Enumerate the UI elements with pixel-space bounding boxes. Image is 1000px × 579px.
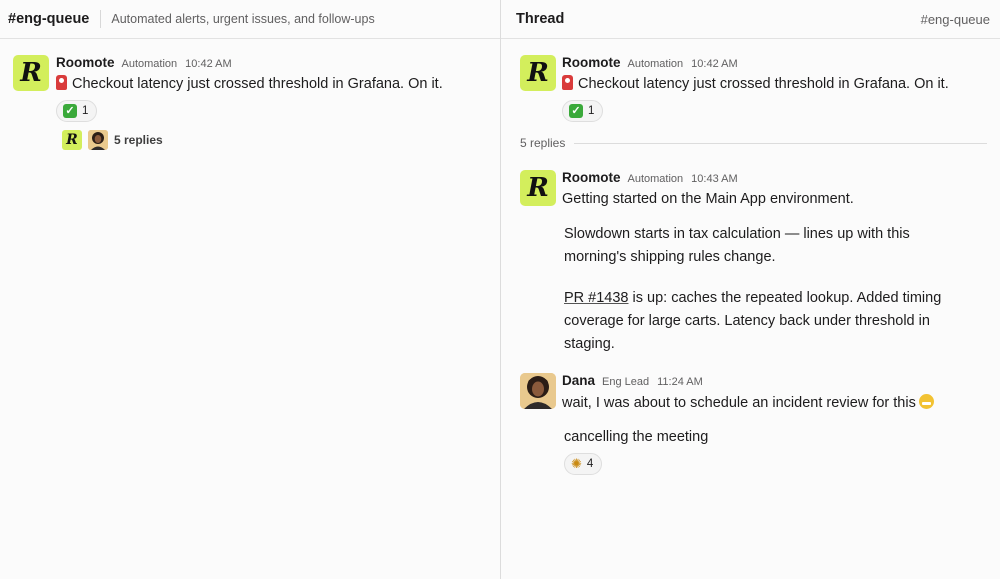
channel-pane: #eng-queue Automated alerts, urgent issu… <box>0 0 500 579</box>
thread-title: Thread <box>516 11 565 27</box>
message-text: wait, I was about to schedule an inciden… <box>562 395 916 411</box>
roomote-avatar[interactable]: R <box>520 55 556 91</box>
thread-pane: Thread #eng-queue R Roomote Automation 1… <box>501 0 1000 579</box>
siren-icon <box>562 75 573 90</box>
message-time[interactable]: 10:42 AM <box>185 58 231 70</box>
roomote-mini-avatar: R <box>62 130 82 150</box>
pr-link[interactable]: PR #1438 <box>564 290 629 306</box>
replies-divider: 5 replies <box>520 136 987 150</box>
thread-reply[interactable]: R Roomote Automation 10:43 AM Getting st… <box>501 163 1000 358</box>
reaction-count: 4 <box>586 458 594 470</box>
message-author[interactable]: Dana <box>562 373 595 388</box>
party-popper-icon: ✺ <box>571 456 582 471</box>
message-time[interactable]: 10:42 AM <box>691 58 737 70</box>
siren-icon <box>56 75 67 90</box>
channel-topic[interactable]: Automated alerts, urgent issues, and fol… <box>111 12 374 26</box>
thread-replies-link[interactable]: R 5 replies <box>62 130 163 150</box>
message-paragraph: Slowdown starts in tax calculation — lin… <box>564 226 910 265</box>
reaction-check[interactable]: ✓ 1 <box>56 100 98 122</box>
author-role: Automation <box>627 58 684 70</box>
message-text: Checkout latency just crossed threshold … <box>578 76 949 92</box>
thread-header: Thread #eng-queue <box>501 0 1000 39</box>
reply-count[interactable]: 5 replies <box>114 133 163 147</box>
header-divider <box>100 10 102 28</box>
dana-mini-avatar <box>88 130 108 150</box>
roomote-avatar[interactable]: R <box>520 170 556 206</box>
message-time[interactable]: 11:24 AM <box>657 376 703 388</box>
message-time[interactable]: 10:43 AM <box>691 173 737 185</box>
message-author[interactable]: Roomote <box>562 170 621 185</box>
message-text: Checkout latency just crossed threshold … <box>72 76 443 92</box>
reaction-check[interactable]: ✓ 1 <box>562 100 604 122</box>
author-role: Automation <box>121 58 178 70</box>
channel-header: #eng-queue Automated alerts, urgent issu… <box>0 0 500 39</box>
message-text: Getting started on the Main App environm… <box>562 191 854 207</box>
channel-name[interactable]: #eng-queue <box>8 11 89 27</box>
author-role: Automation <box>627 173 684 185</box>
dana-avatar[interactable] <box>520 373 556 409</box>
roomote-avatar[interactable]: R <box>13 55 49 91</box>
thread-reply[interactable]: Dana Eng Lead 11:24 AM wait, I was about… <box>501 366 1000 481</box>
message-text: cancelling the meeting <box>564 429 709 445</box>
thread-channel-link[interactable]: #eng-queue <box>921 12 990 27</box>
check-mark-icon: ✓ <box>63 104 77 118</box>
message-paragraph: PR #1438 is up: caches the repeated look… <box>564 287 964 356</box>
message-author[interactable]: Roomote <box>562 55 621 70</box>
replies-divider-label: 5 replies <box>520 136 566 150</box>
reaction-party[interactable]: ✺ 4 <box>564 453 603 475</box>
check-mark-icon: ✓ <box>569 104 583 118</box>
author-role: Eng Lead <box>602 376 650 388</box>
reaction-count: 1 <box>588 105 595 117</box>
reaction-count: 1 <box>82 105 89 117</box>
channel-message[interactable]: R Roomote Automation 10:42 AM Checkout l… <box>0 48 500 158</box>
thread-parent-message[interactable]: R Roomote Automation 10:42 AM Checkout l… <box>501 48 1000 128</box>
message-author[interactable]: Roomote <box>56 55 115 70</box>
grimacing-face-icon <box>918 394 934 409</box>
